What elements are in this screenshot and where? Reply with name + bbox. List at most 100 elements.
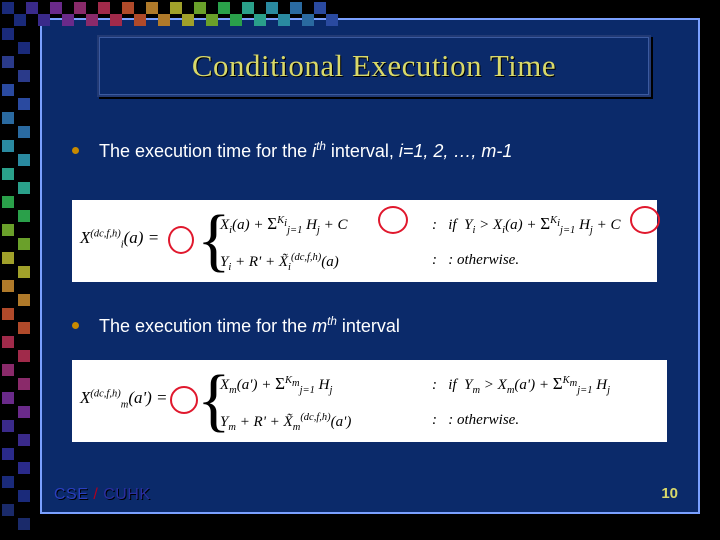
deco-square-icon — [2, 168, 14, 180]
deco-square-icon — [18, 266, 30, 278]
bullet-2: The execution time for the mth interval — [72, 315, 400, 337]
deco-square-icon — [242, 2, 254, 14]
deco-square-icon — [326, 14, 338, 26]
deco-square-icon — [158, 14, 170, 26]
deco-square-icon — [14, 14, 26, 26]
deco-square-icon — [18, 322, 30, 334]
bullet-2-text: The execution time for the mth interval — [99, 315, 400, 337]
deco-square-icon — [278, 14, 290, 26]
eq2-cond1: : if Ym > Xm(a') + ΣKmj=1 Hj — [432, 374, 610, 396]
deco-square-icon — [2, 112, 14, 124]
deco-square-icon — [2, 252, 14, 264]
deco-square-icon — [2, 2, 14, 14]
deco-square-icon — [134, 14, 146, 26]
eq2-sup: (dc,f,h) — [90, 388, 120, 399]
deco-square-icon — [18, 70, 30, 82]
slide-stage: Conditional Execution Time The execution… — [0, 0, 720, 540]
eq2-sym: X — [80, 388, 90, 407]
bullet-1: The execution time for the ith interval,… — [72, 140, 512, 162]
page-number: 10 — [661, 485, 678, 502]
footer-cse: CSE — [54, 486, 88, 503]
deco-square-icon — [2, 280, 14, 292]
slide-body: Conditional Execution Time The execution… — [40, 18, 700, 514]
eq1-cond1: : if Yi > Xi(a) + ΣKij=1 Hj + C — [432, 214, 620, 236]
deco-square-icon — [110, 14, 122, 26]
deco-square-icon — [170, 2, 182, 14]
equation-1: X(dc,f,h)i(a) = { Xi(a) + ΣKij=1 Hj + C … — [72, 200, 657, 282]
deco-square-icon — [2, 308, 14, 320]
equation-2: X(dc,f,h)m(a') = { Xm(a') + ΣKmj=1 Hj : … — [72, 360, 667, 442]
eq2-line2: Ym + R' + X̃m(dc,f,h)(a') — [220, 412, 351, 433]
eq2-otherwise: : otherwise. — [448, 412, 519, 428]
eq2-lhs: X(dc,f,h)m(a') = — [80, 388, 168, 410]
deco-square-icon — [2, 364, 14, 376]
deco-square-icon — [254, 14, 266, 26]
deco-square-icon — [18, 406, 30, 418]
highlight-circle-icon — [170, 386, 198, 414]
deco-square-icon — [62, 14, 74, 26]
deco-square-icon — [2, 56, 14, 68]
deco-square-icon — [18, 154, 30, 166]
bullet-1-text: The execution time for the ith interval,… — [99, 140, 512, 162]
deco-square-icon — [182, 14, 194, 26]
deco-square-icon — [50, 2, 62, 14]
deco-square-icon — [2, 84, 14, 96]
deco-square-icon — [18, 42, 30, 54]
deco-square-icon — [2, 392, 14, 404]
eq2-cond2: : : otherwise. — [432, 412, 519, 429]
deco-square-icon — [314, 2, 326, 14]
footer-logo: CSE / CUHK — [54, 486, 151, 504]
deco-square-icon — [86, 14, 98, 26]
deco-square-icon — [18, 98, 30, 110]
deco-square-icon — [2, 224, 14, 236]
deco-square-icon — [98, 2, 110, 14]
deco-square-icon — [18, 294, 30, 306]
deco-square-icon — [38, 14, 50, 26]
deco-square-icon — [18, 434, 30, 446]
eq1-cond2: : : otherwise. — [432, 252, 519, 269]
highlight-circle-icon — [630, 206, 660, 234]
bullet-1-mid: interval, — [326, 141, 399, 161]
bullet-2-sup: th — [327, 315, 337, 328]
deco-square-icon — [18, 350, 30, 362]
bullet-dot-icon — [72, 147, 79, 154]
bullet-2-pre: The execution time for the — [99, 316, 312, 336]
deco-square-icon — [18, 182, 30, 194]
deco-square-icon — [26, 2, 38, 14]
deco-square-icon — [2, 28, 14, 40]
deco-square-icon — [74, 2, 86, 14]
deco-square-icon — [18, 462, 30, 474]
deco-square-icon — [2, 448, 14, 460]
eq1-lhs: X(dc,f,h)i(a) = — [80, 228, 159, 250]
deco-square-icon — [194, 2, 206, 14]
deco-square-icon — [2, 504, 14, 516]
deco-square-icon — [266, 2, 278, 14]
deco-square-icon — [206, 14, 218, 26]
eq1-line2: Yi + R' + X̃i(dc,f,h)(a) — [220, 252, 339, 273]
deco-square-icon — [218, 2, 230, 14]
deco-square-icon — [18, 378, 30, 390]
bullet-2-m: m — [312, 316, 327, 336]
deco-square-icon — [122, 2, 134, 14]
eq2-arg: (a') — [128, 388, 151, 407]
deco-square-icon — [2, 336, 14, 348]
deco-square-icon — [18, 126, 30, 138]
deco-square-icon — [18, 518, 30, 530]
bullet-1-sup: th — [316, 140, 326, 153]
highlight-circle-icon — [378, 206, 408, 234]
bullet-2-post: interval — [337, 316, 400, 336]
highlight-circle-icon — [168, 226, 194, 254]
deco-square-icon — [18, 238, 30, 250]
bullet-1-range: i=1, 2, …, m-1 — [399, 141, 513, 161]
deco-square-icon — [2, 476, 14, 488]
deco-square-icon — [2, 140, 14, 152]
deco-square-icon — [230, 14, 242, 26]
eq1-line1: Xi(a) + ΣKij=1 Hj + C — [220, 214, 347, 236]
deco-square-icon — [302, 14, 314, 26]
eq2-line1: Xm(a') + ΣKmj=1 Hj — [220, 374, 332, 396]
footer-sep: / — [88, 486, 103, 503]
deco-square-icon — [18, 210, 30, 222]
bullet-1-pre: The execution time for the — [99, 141, 312, 161]
title-box: Conditional Execution Time — [97, 35, 651, 97]
deco-square-icon — [290, 2, 302, 14]
